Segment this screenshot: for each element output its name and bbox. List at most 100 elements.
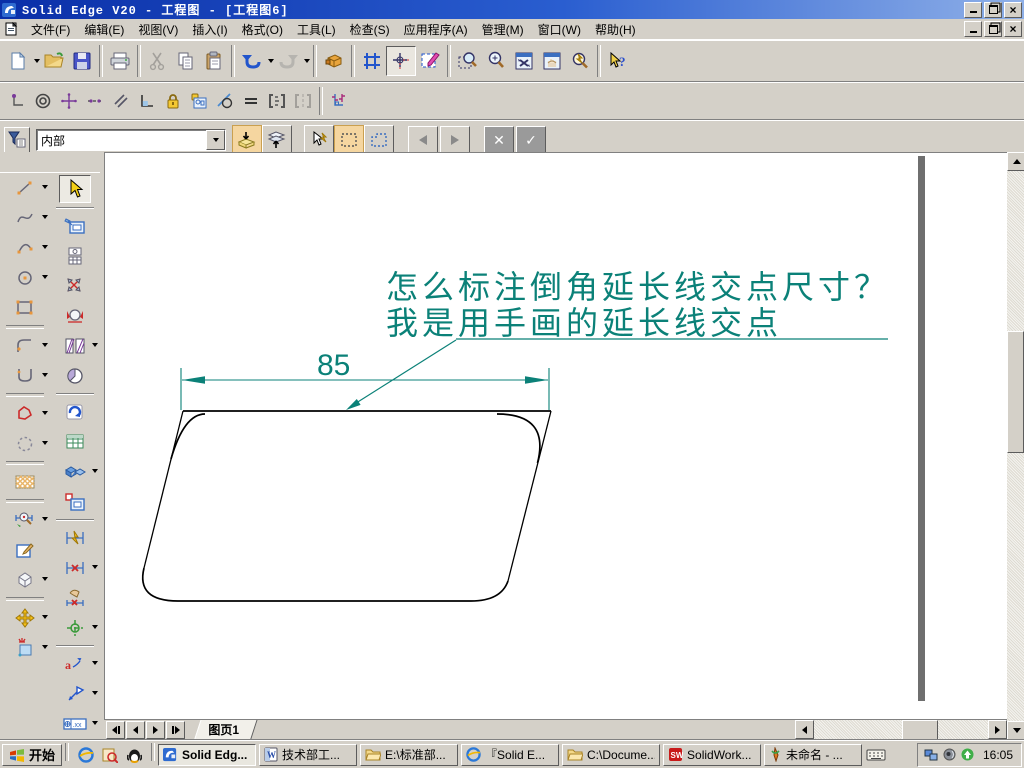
cut-button[interactable] xyxy=(144,47,172,75)
paste-button[interactable] xyxy=(200,47,228,75)
fit-button[interactable] xyxy=(510,47,538,75)
distance-between-tool[interactable] xyxy=(60,555,98,581)
revolved-section-tool[interactable] xyxy=(60,303,90,329)
annotation-text-line1[interactable]: 怎么标注倒角延长线交点尺寸？ xyxy=(386,269,890,305)
move-to-front-button[interactable] xyxy=(262,125,292,155)
update-views-tool[interactable] xyxy=(60,399,90,425)
previous-sheet-button[interactable] xyxy=(126,721,145,739)
menu-item-3[interactable]: 插入(I) xyxy=(185,19,234,40)
remove-dimension-tool[interactable] xyxy=(60,585,90,611)
save-button[interactable] xyxy=(68,47,96,75)
vertical-scroll-thumb[interactable] xyxy=(1007,331,1024,453)
lock-relationship-button[interactable] xyxy=(160,89,186,113)
taskbar-task-1[interactable]: W 技术部工... xyxy=(259,743,358,766)
sheet-tab[interactable]: 图页1 xyxy=(194,720,258,740)
symmetric-axis-relationship-button[interactable] xyxy=(290,89,316,113)
table-tool[interactable] xyxy=(60,429,90,455)
equal-relationship-button[interactable] xyxy=(238,89,264,113)
concentric-relationship-button[interactable] xyxy=(30,89,56,113)
move-to-back-button[interactable] xyxy=(232,125,262,155)
horizontal-scroll-thumb[interactable] xyxy=(902,720,938,740)
taskbar-task-5[interactable]: SW SolidWork... xyxy=(663,743,762,766)
zoom-area-button[interactable] xyxy=(454,47,482,75)
collinear-relationship-button[interactable] xyxy=(82,89,108,113)
alignment-relationship-button[interactable] xyxy=(326,89,352,113)
update-tray-icon[interactable] xyxy=(961,748,974,761)
scroll-up-button[interactable] xyxy=(1007,152,1024,171)
menu-item-10[interactable]: 帮助(H) xyxy=(588,19,643,40)
chamfer-tool[interactable] xyxy=(10,363,48,389)
open-button[interactable] xyxy=(40,47,68,75)
image-viewer-icon[interactable] xyxy=(100,745,120,765)
keyboard-input-icon[interactable] xyxy=(866,748,886,762)
menu-item-2[interactable]: 视图(V) xyxy=(131,19,185,40)
print-button[interactable] xyxy=(106,47,134,75)
start-button[interactable]: 开始 xyxy=(2,743,63,766)
new-document-button[interactable] xyxy=(4,47,32,75)
horizontal-vertical-relationship-button[interactable] xyxy=(56,89,82,113)
fillet-tool[interactable] xyxy=(10,333,48,359)
selection-filter-combobox[interactable]: 内部 xyxy=(36,129,226,151)
center-mark-tool[interactable] xyxy=(60,615,98,641)
curve-tool[interactable] xyxy=(10,205,48,231)
redo-button[interactable] xyxy=(274,47,302,75)
internet-explorer-icon[interactable] xyxy=(76,745,96,765)
redo-dropdown-arrow[interactable] xyxy=(304,59,310,63)
pattern-tool[interactable] xyxy=(10,431,48,457)
part-geometry[interactable] xyxy=(141,410,552,602)
taskbar-clock[interactable]: 16:05 xyxy=(979,748,1013,762)
child-close-button[interactable]: × xyxy=(1004,21,1022,37)
fence-rectangle-button[interactable] xyxy=(334,125,364,155)
detail-view-tool[interactable] xyxy=(60,363,90,389)
tangent-relationship-button[interactable] xyxy=(212,89,238,113)
restore-button[interactable] xyxy=(984,1,1002,18)
circle-tool[interactable] xyxy=(10,265,48,291)
horizontal-scrollbar[interactable] xyxy=(795,720,1007,740)
cube-tool[interactable] xyxy=(10,567,48,593)
view-wizard-tool[interactable] xyxy=(60,213,90,239)
child-restore-button[interactable] xyxy=(984,21,1002,37)
rigid-set-relationship-button[interactable] xyxy=(186,89,212,113)
grid-button[interactable] xyxy=(358,47,386,75)
taskbar-task-3[interactable]: 『Solid E... xyxy=(461,743,560,766)
volume-tray-icon[interactable] xyxy=(943,748,956,761)
menu-item-9[interactable]: 窗口(W) xyxy=(531,19,588,40)
balloon-tool[interactable] xyxy=(60,681,98,707)
select-tool[interactable] xyxy=(59,175,91,203)
connect-relationship-button[interactable] xyxy=(4,89,30,113)
undo-button[interactable] xyxy=(238,47,266,75)
scroll-left-button[interactable] xyxy=(795,720,814,739)
combobox-dropdown-button[interactable] xyxy=(206,130,225,150)
rectangle-tool[interactable] xyxy=(10,295,40,321)
callout-tool[interactable]: a xyxy=(60,651,98,677)
first-sheet-button[interactable] xyxy=(106,721,125,739)
blocks-tool[interactable] xyxy=(60,459,98,485)
qq-icon[interactable] xyxy=(124,745,144,765)
3d-model-button[interactable] xyxy=(320,47,348,75)
pan-button[interactable] xyxy=(538,47,566,75)
drawing-area-tool[interactable] xyxy=(60,489,90,515)
alignment-indicator-button[interactable] xyxy=(386,46,416,76)
copy-button[interactable] xyxy=(172,47,200,75)
cancel-button[interactable]: ✕ xyxy=(484,126,514,154)
child-minimize-button[interactable] xyxy=(964,21,982,37)
taskbar-task-4[interactable]: C:\Docume... xyxy=(562,743,661,766)
minimize-button[interactable] xyxy=(964,1,982,18)
next-button[interactable] xyxy=(440,126,470,154)
taskbar-task-6[interactable]: 未命名 - ... xyxy=(764,743,863,766)
annotation-text-line2[interactable]: 我是用手画的延长线交点 xyxy=(386,305,782,341)
menu-item-8[interactable]: 管理(M) xyxy=(475,19,531,40)
fill-hatch-tool[interactable] xyxy=(10,469,40,495)
previous-button[interactable] xyxy=(408,126,438,154)
menu-item-6[interactable]: 检查(S) xyxy=(343,19,397,40)
symmetric-relationship-button[interactable] xyxy=(264,89,290,113)
spotlight-button[interactable] xyxy=(566,47,594,75)
close-button[interactable]: × xyxy=(1004,1,1022,18)
smart-dimension-tool[interactable] xyxy=(60,525,90,551)
scroll-down-button[interactable] xyxy=(1007,721,1024,740)
section-view-tool[interactable] xyxy=(60,273,90,299)
line-tool[interactable] xyxy=(10,175,48,201)
zoom-button[interactable] xyxy=(482,47,510,75)
menu-item-4[interactable]: 格式(O) xyxy=(235,19,290,40)
measure-tool[interactable] xyxy=(10,507,48,533)
